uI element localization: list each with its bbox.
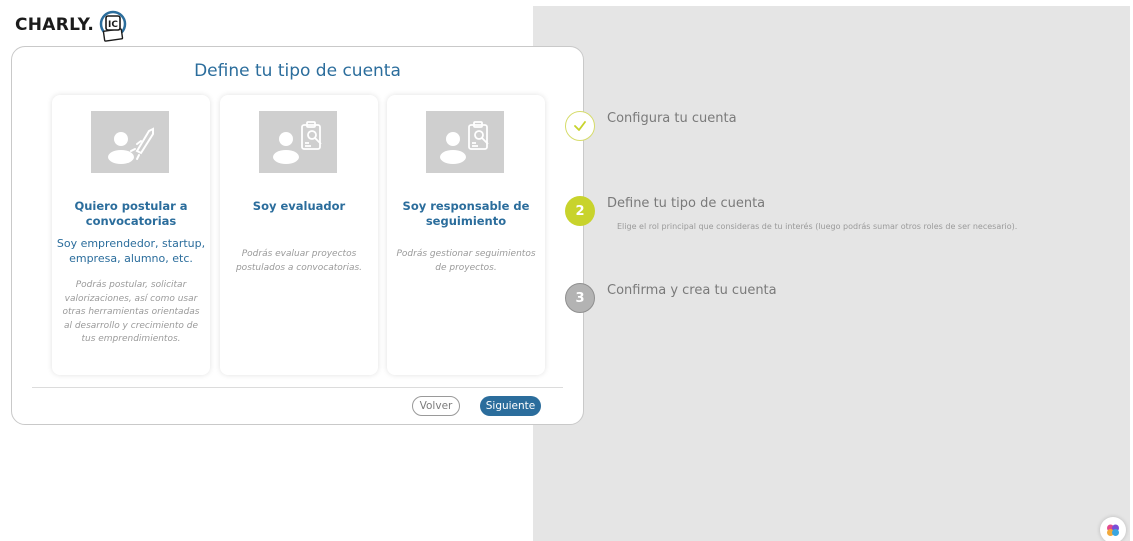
back-button[interactable]: Volver bbox=[412, 396, 460, 416]
card-title: Soy evaluador bbox=[252, 199, 346, 213]
steps-panel bbox=[533, 6, 1130, 541]
card-postulante[interactable]: Quiero postular a convocatorias Soy empr… bbox=[52, 95, 210, 375]
card-title: Soy responsable de seguimiento bbox=[402, 199, 530, 228]
person-rocket-icon bbox=[91, 111, 169, 173]
step-3-number: 3 bbox=[565, 283, 595, 313]
step-3-title: Confirma y crea tu cuenta bbox=[607, 283, 777, 298]
step-1-title: Configura tu cuenta bbox=[607, 111, 737, 126]
card-description: Podrás evaluar proyectos postulados a co… bbox=[235, 249, 363, 273]
logo-badge-icon: IC bbox=[99, 10, 127, 42]
card-evaluador[interactable]: Soy evaluador Podrás evaluar proyectos p… bbox=[220, 95, 378, 375]
modal-title: Define tu tipo de cuenta bbox=[194, 61, 401, 81]
card-subtitle: Soy emprendedor, startup, empresa, alumn… bbox=[56, 237, 206, 265]
card-description: Podrás postular, solicitar valorizacione… bbox=[62, 280, 200, 344]
account-type-modal: Define tu tipo de cuenta Quiero postular… bbox=[11, 46, 584, 425]
logo-text: CHARLY. bbox=[15, 15, 95, 35]
card-seguimiento[interactable]: Soy responsable de seguimiento Podrás ge… bbox=[387, 95, 545, 375]
person-clipboard-icon bbox=[426, 111, 504, 173]
modal-divider bbox=[32, 387, 563, 388]
brain-widget-icon[interactable] bbox=[1100, 517, 1126, 541]
logo-badge-text: IC bbox=[108, 20, 118, 30]
person-clipboard-icon bbox=[259, 111, 337, 173]
next-button[interactable]: Siguiente bbox=[480, 396, 541, 416]
step-2-description: Elige el rol principal que consideras de… bbox=[617, 222, 1018, 231]
card-description: Podrás gestionar seguimientos de proyect… bbox=[396, 249, 536, 273]
brand-logo[interactable]: CHARLY. IC bbox=[15, 7, 130, 43]
step-2-title: Define tu tipo de cuenta bbox=[607, 196, 766, 211]
card-title: Quiero postular a convocatorias bbox=[74, 199, 188, 228]
step-2-number: 2 bbox=[565, 196, 595, 226]
step-1-check-icon bbox=[565, 111, 595, 141]
